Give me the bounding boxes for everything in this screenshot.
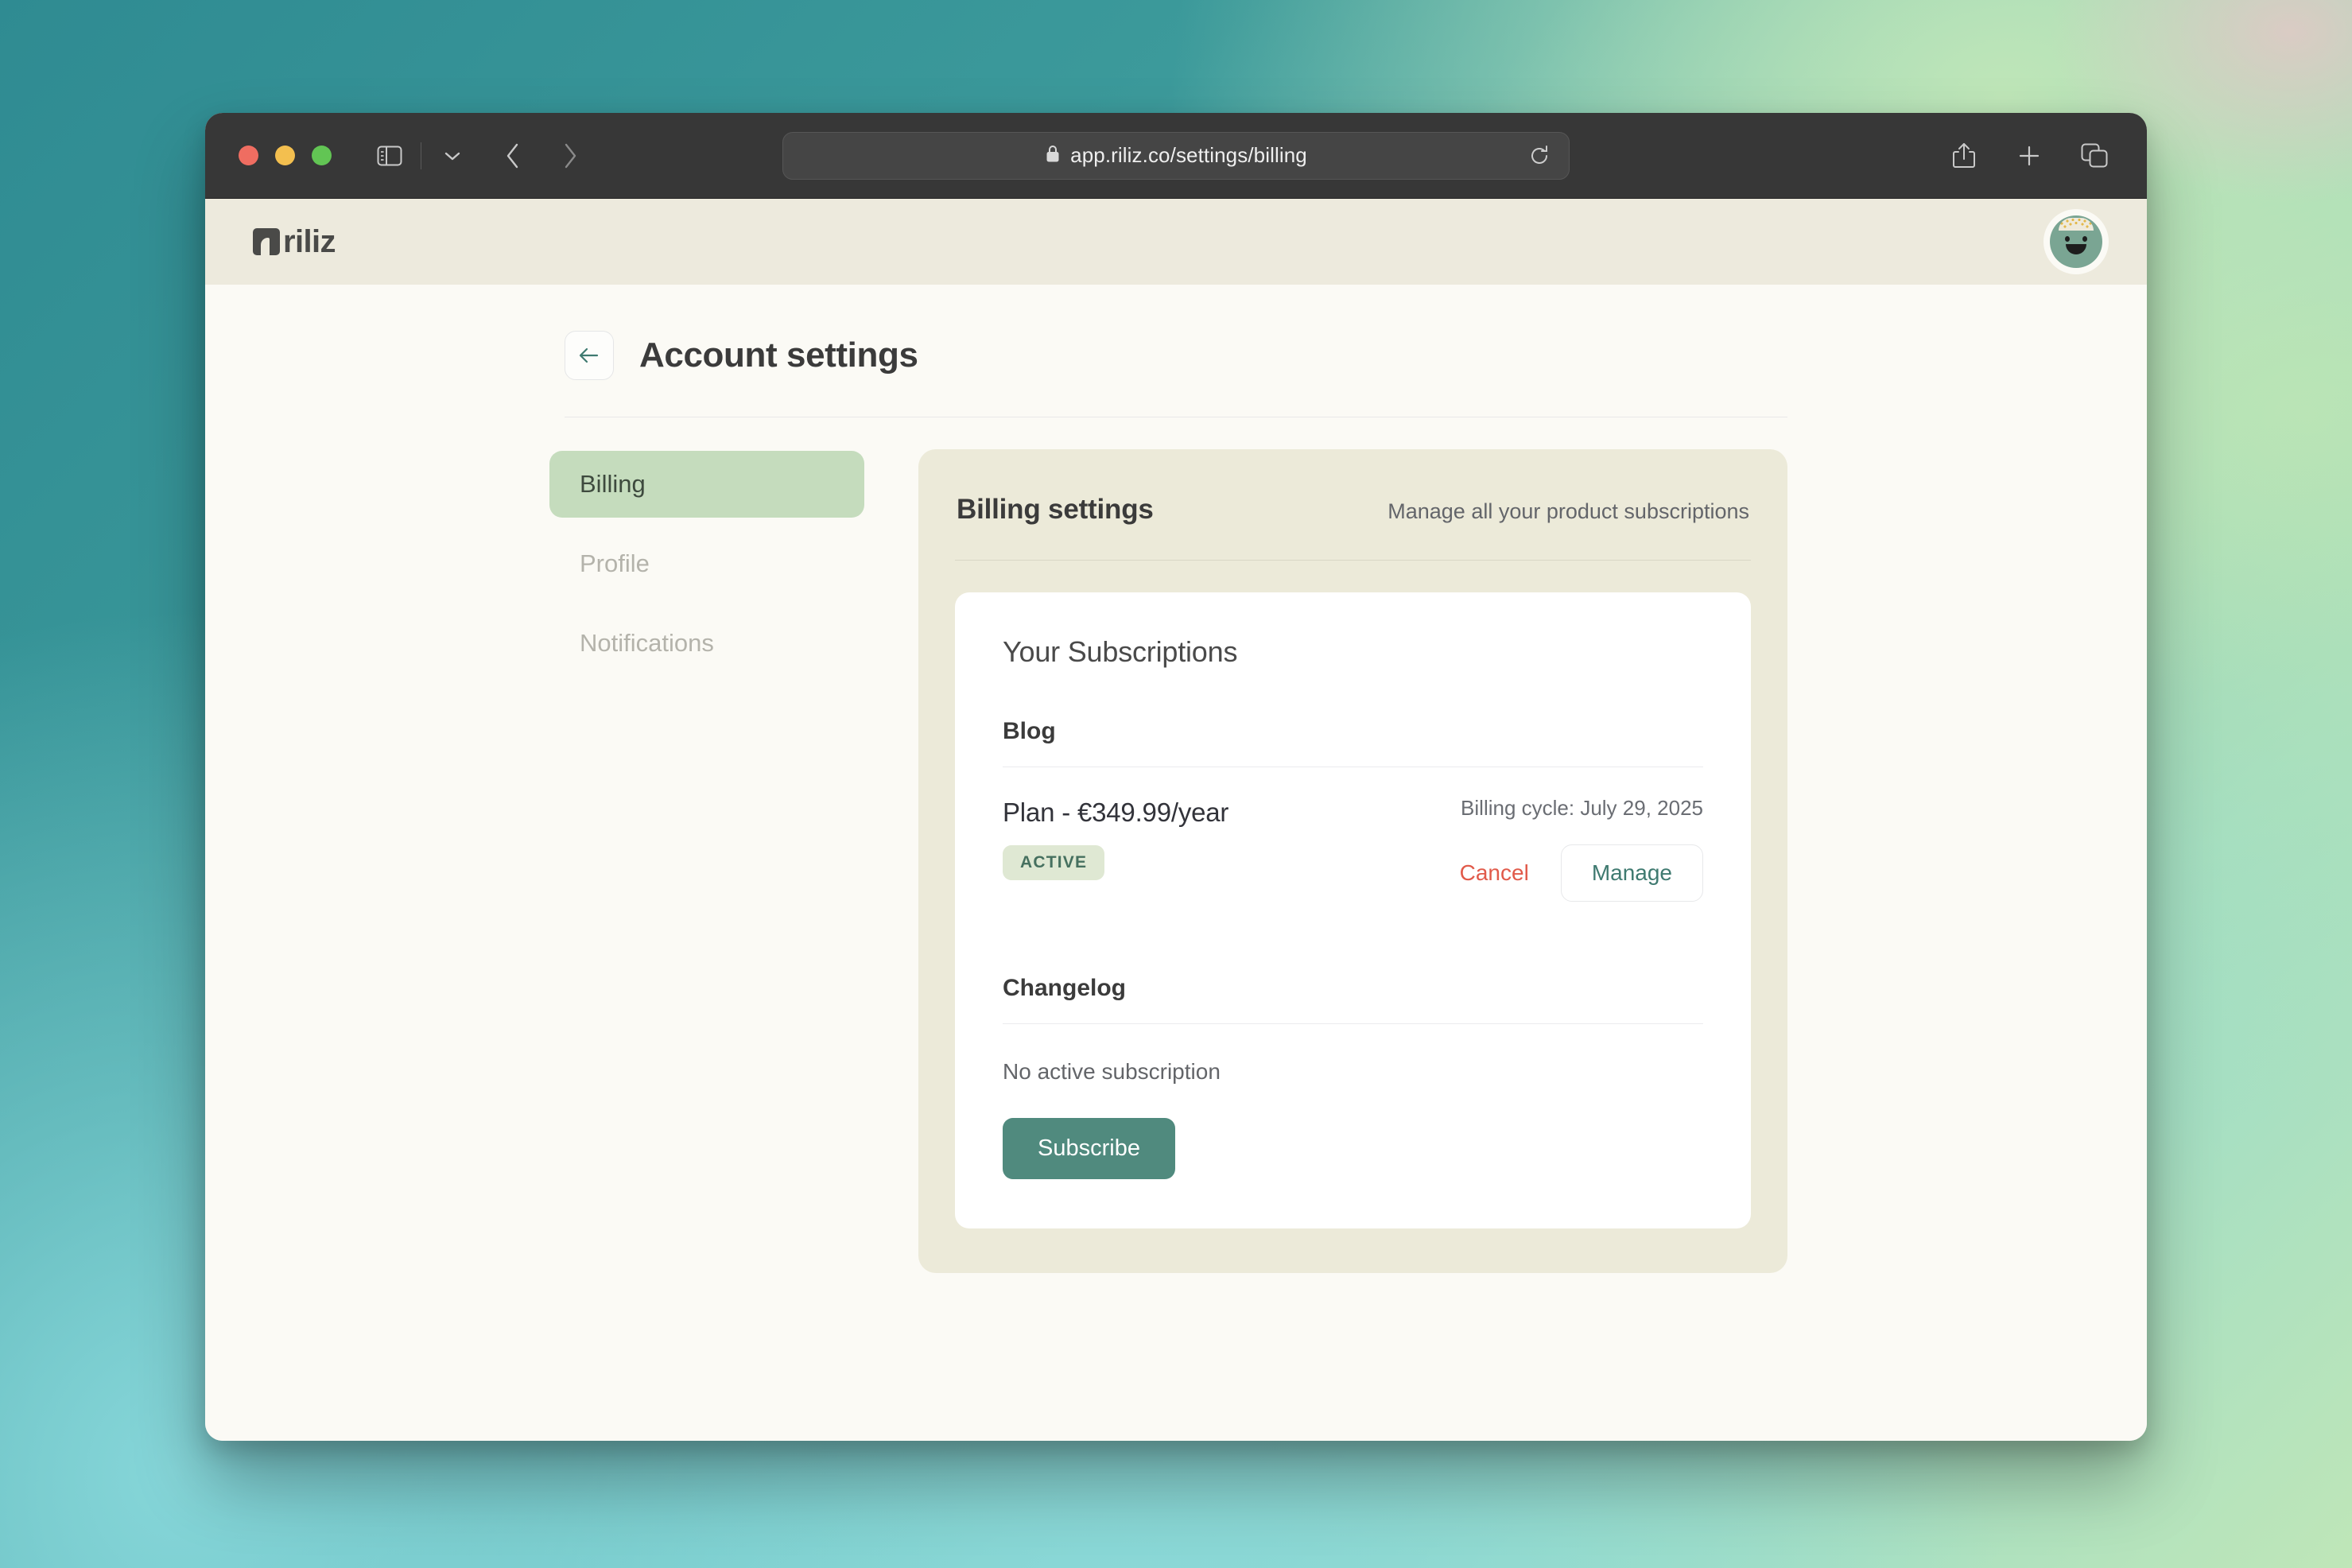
minimize-window-button[interactable] bbox=[275, 146, 295, 165]
chevron-down-icon[interactable] bbox=[429, 133, 475, 179]
address-bar-container: app.riliz.co/settings/billing bbox=[782, 131, 1570, 180]
billing-cycle-label: Billing cycle: July 29, 2025 bbox=[1461, 796, 1703, 820]
sidebar-item-label: Profile bbox=[580, 549, 650, 577]
no-subscription-text: No active subscription bbox=[1003, 1059, 1221, 1084]
browser-forward-button[interactable] bbox=[547, 133, 593, 179]
settings-sidebar: Billing Profile Notifications bbox=[549, 449, 864, 1273]
arrow-left-icon bbox=[579, 347, 599, 363]
panel-header: Billing settings Manage all your product… bbox=[955, 494, 1751, 526]
riliz-logo[interactable]: riliz bbox=[253, 226, 336, 258]
lock-icon bbox=[1045, 144, 1061, 168]
plus-icon[interactable] bbox=[2010, 137, 2048, 175]
avatar-hair bbox=[2059, 218, 2094, 231]
product-section-blog: Blog Plan - €349.99/year ACTIVE Billing … bbox=[1003, 718, 1703, 902]
product-section-changelog: Changelog No active subscription Subscri… bbox=[1003, 975, 1703, 1179]
browser-window: app.riliz.co/settings/billing riliz Acco… bbox=[205, 113, 2147, 1441]
close-window-button[interactable] bbox=[239, 146, 258, 165]
billing-settings-panel: Billing settings Manage all your product… bbox=[918, 449, 1787, 1273]
sidebar-toggle-icon[interactable] bbox=[367, 133, 413, 179]
back-button[interactable] bbox=[565, 331, 614, 380]
settings-main: Billing Profile Notifications Billing se… bbox=[205, 417, 2147, 1273]
avatar-eye-left bbox=[2065, 236, 2070, 242]
tab-overview-icon[interactable] bbox=[2075, 137, 2113, 175]
address-bar-url: app.riliz.co/settings/billing bbox=[1070, 143, 1307, 167]
subscription-row: Plan - €349.99/year ACTIVE Billing cycle… bbox=[1003, 796, 1703, 902]
riliz-logo-mark-icon bbox=[253, 228, 280, 255]
subscribe-button[interactable]: Subscribe bbox=[1003, 1118, 1175, 1179]
browser-back-button[interactable] bbox=[490, 133, 536, 179]
sidebar-item-label: Billing bbox=[580, 470, 646, 498]
sidebar-item-notifications[interactable]: Notifications bbox=[549, 610, 864, 677]
product-name: Blog bbox=[1003, 718, 1056, 744]
address-bar[interactable]: app.riliz.co/settings/billing bbox=[782, 131, 1570, 180]
window-traffic-lights bbox=[239, 146, 332, 165]
riliz-logo-text: riliz bbox=[283, 224, 336, 259]
manage-subscription-button[interactable]: Manage bbox=[1560, 844, 1703, 902]
desktop-wallpaper: app.riliz.co/settings/billing riliz Acco… bbox=[0, 0, 2352, 1568]
plan-price-label: Plan - €349.99/year bbox=[1003, 798, 1229, 827]
avatar-smiley-icon bbox=[2050, 215, 2102, 268]
sidebar-item-billing[interactable]: Billing bbox=[549, 451, 864, 518]
product-name: Changelog bbox=[1003, 975, 1126, 1001]
maximize-window-button[interactable] bbox=[312, 146, 332, 165]
page-header: Account settings bbox=[205, 331, 2147, 380]
subscriptions-card: Your Subscriptions Blog Plan - €349.99/y… bbox=[955, 592, 1751, 1228]
avatar-eye-right bbox=[2082, 236, 2087, 242]
avatar-mouth bbox=[2066, 244, 2086, 254]
panel-title: Billing settings bbox=[957, 494, 1154, 525]
settings-page: Account settings Billing Profile Notific… bbox=[205, 285, 2147, 1273]
cancel-subscription-button[interactable]: Cancel bbox=[1444, 849, 1545, 897]
panel-subtitle: Manage all your product subscriptions bbox=[1388, 499, 1749, 523]
app-top-bar: riliz bbox=[205, 199, 2147, 285]
reload-icon[interactable] bbox=[1526, 142, 1553, 169]
status-badge: ACTIVE bbox=[1003, 845, 1105, 880]
subscriptions-title: Your Subscriptions bbox=[1003, 635, 1238, 668]
share-icon[interactable] bbox=[1945, 137, 1983, 175]
sidebar-item-profile[interactable]: Profile bbox=[549, 530, 864, 597]
page-title: Account settings bbox=[639, 336, 918, 375]
sidebar-item-label: Notifications bbox=[580, 629, 714, 657]
browser-toolbar: app.riliz.co/settings/billing bbox=[205, 113, 2147, 199]
product-divider bbox=[1003, 1023, 1703, 1024]
app-content: riliz Account settings Billing Profile N… bbox=[205, 199, 2147, 1441]
panel-divider bbox=[955, 560, 1751, 561]
avatar[interactable] bbox=[2043, 209, 2109, 274]
